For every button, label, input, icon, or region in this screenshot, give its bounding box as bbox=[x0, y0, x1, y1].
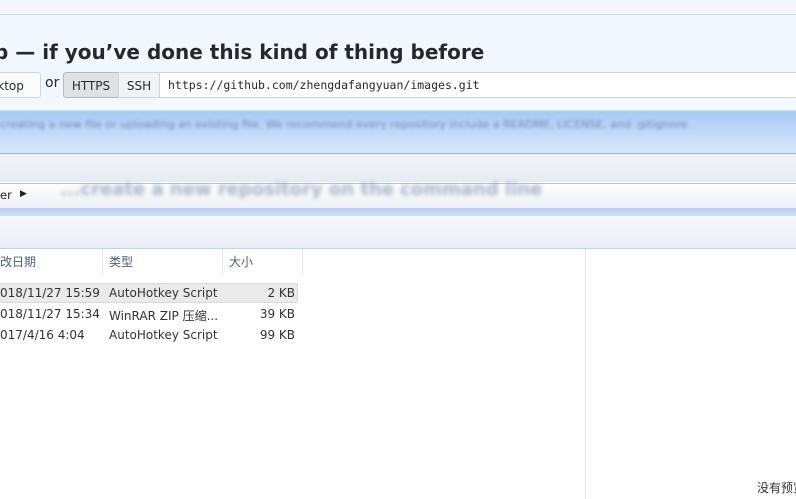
quick-setup-heading: p — if you’ve done this kind of thing be… bbox=[0, 40, 485, 64]
file-size[interactable]: 99 KB bbox=[235, 328, 295, 342]
blurred-background-heading: ...create a new repository on the comman… bbox=[60, 179, 543, 200]
preview-pane bbox=[585, 249, 796, 499]
blurred-background-text: creating a new file or uploading an exis… bbox=[0, 118, 691, 131]
file-type[interactable]: AutoHotkey Script bbox=[109, 286, 218, 300]
explorer-toolbar bbox=[0, 216, 796, 249]
explorer-title-area bbox=[0, 153, 796, 182]
column-header-size[interactable]: 大小 bbox=[229, 249, 253, 275]
file-type[interactable]: AutoHotkey Script bbox=[109, 328, 218, 342]
column-separator[interactable] bbox=[302, 249, 303, 275]
file-type[interactable]: WinRAR ZIP 压缩... bbox=[109, 307, 218, 324]
file-size[interactable]: 2 KB bbox=[235, 286, 295, 300]
column-header-modified[interactable]: 改日期 bbox=[0, 249, 36, 275]
no-preview-label: 没有预览 bbox=[757, 481, 796, 495]
or-label: or bbox=[45, 75, 60, 91]
explorer-toolbar-border bbox=[0, 208, 796, 216]
file-modified[interactable]: 018/11/27 15:59 bbox=[0, 286, 100, 300]
column-separator[interactable] bbox=[102, 249, 103, 275]
divider bbox=[0, 14, 796, 15]
file-modified[interactable]: 017/4/16 4:04 bbox=[0, 328, 85, 342]
breadcrumb-arrow-icon[interactable]: ▶ bbox=[20, 189, 27, 199]
column-header-type[interactable]: 类型 bbox=[109, 249, 133, 275]
ssh-button[interactable]: SSH bbox=[118, 72, 160, 98]
https-button[interactable]: HTTPS bbox=[63, 72, 119, 98]
clone-url-row: sktop or HTTPS SSH https://github.com/zh… bbox=[0, 72, 796, 100]
address-path[interactable]: er bbox=[0, 188, 12, 202]
clone-url-field[interactable]: https://github.com/zhengdafangyuan/image… bbox=[159, 72, 796, 98]
setup-in-desktop-button[interactable]: sktop bbox=[0, 72, 41, 98]
file-size[interactable]: 39 KB bbox=[235, 307, 295, 321]
file-modified[interactable]: 018/11/27 15:34 bbox=[0, 307, 100, 321]
column-separator[interactable] bbox=[222, 249, 223, 275]
quick-setup-panel: p — if you’ve done this kind of thing be… bbox=[0, 0, 796, 111]
